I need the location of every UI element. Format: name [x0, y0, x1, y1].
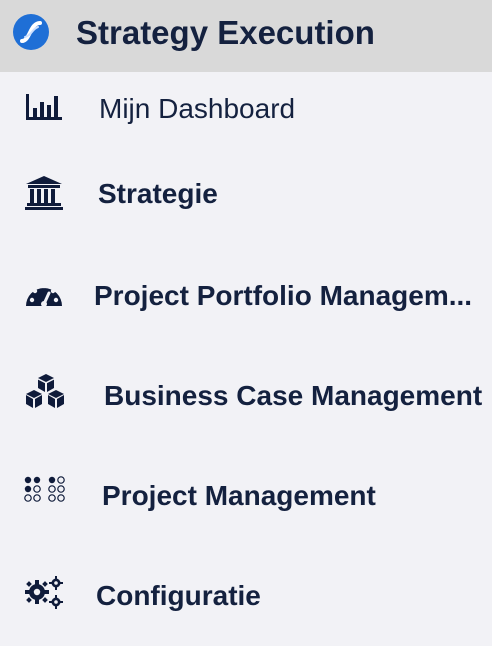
nav-item-label: Mijn Dashboard [99, 93, 296, 124]
dots-grid-icon [24, 474, 66, 516]
bar-chart-icon [24, 86, 66, 128]
app-logo-icon[interactable] [12, 13, 50, 51]
nav-item-label: Business Case Management [104, 380, 483, 411]
nav-item-configuratie[interactable]: Configuratie [0, 560, 492, 632]
nav-item-strategie[interactable]: Strategie [0, 158, 492, 230]
nav-item-mijn-dashboard[interactable]: Mijn Dashboard [0, 72, 492, 144]
nav-item-project-management[interactable]: Project Management [0, 460, 492, 532]
nav-item-project-portfolio-management[interactable]: Project Portfolio Managem... [0, 260, 492, 332]
sidebar-navigation: Strategy Execution Mijn Dashboard Strate… [0, 0, 492, 646]
nav-item-label: Strategie [98, 178, 218, 209]
bank-icon [24, 172, 66, 214]
cubes-icon [24, 372, 66, 414]
gears-icon [24, 574, 66, 616]
nav-list: Mijn Dashboard Strategie Project Portfol… [0, 72, 492, 646]
nav-item-label: Project Management [102, 480, 376, 511]
header: Strategy Execution [0, 0, 492, 72]
nav-item-label: Project Portfolio Managem... [94, 280, 473, 311]
nav-item-label: Configuratie [96, 580, 261, 611]
app-title: Strategy Execution [76, 14, 375, 51]
gauge-icon [24, 274, 66, 316]
nav-item-business-case-management[interactable]: Business Case Management [0, 360, 492, 432]
